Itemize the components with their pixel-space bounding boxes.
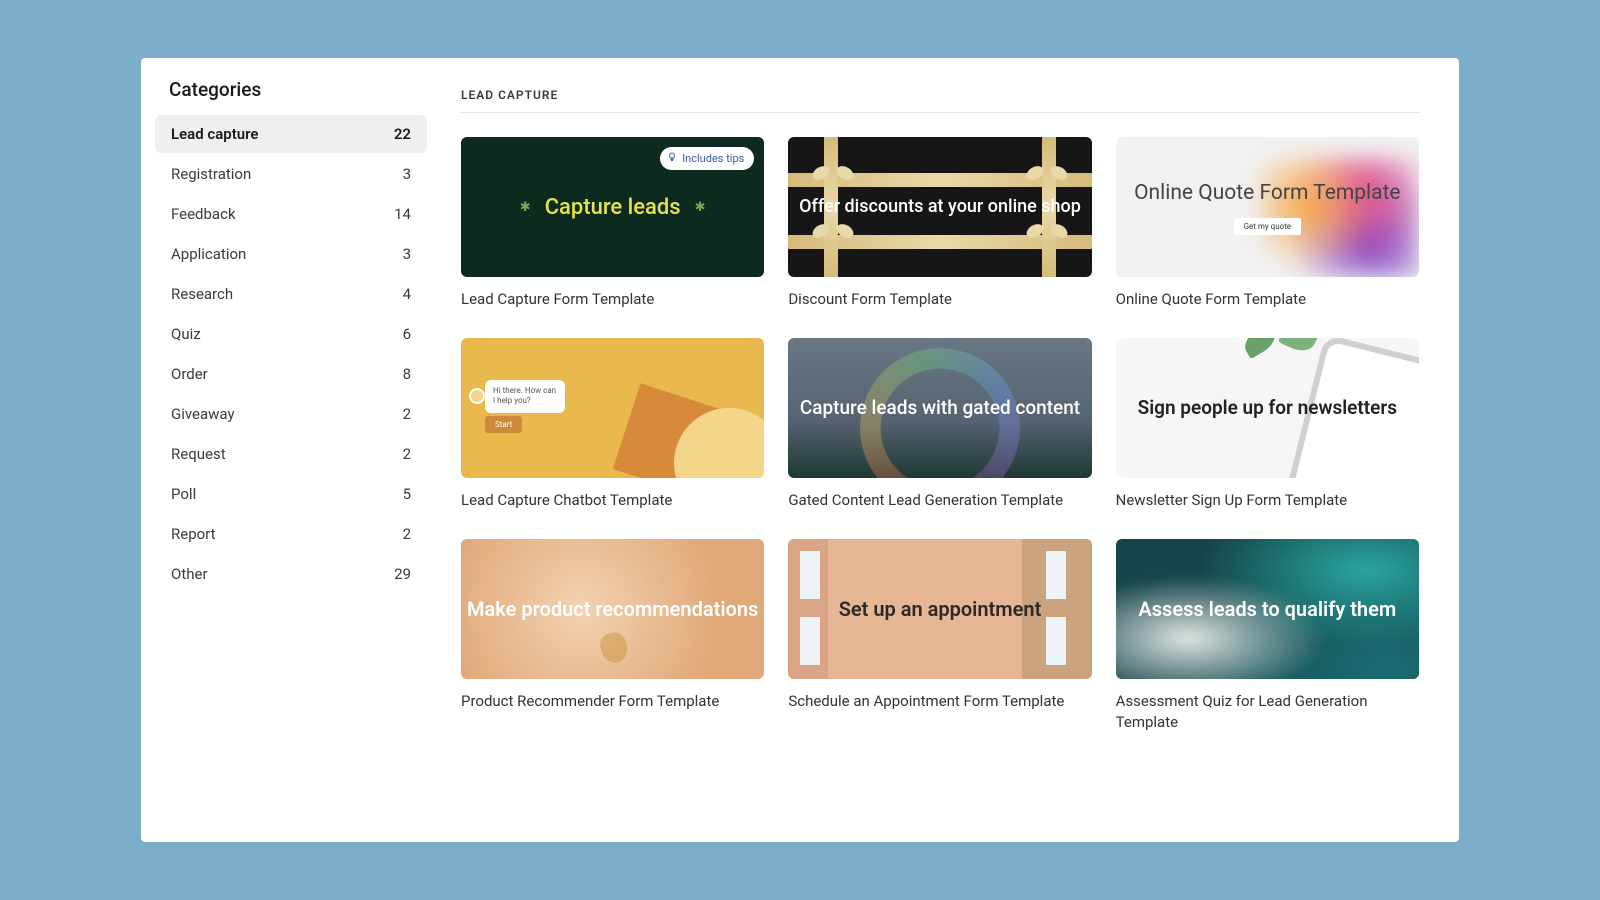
category-count: 2 — [403, 525, 411, 543]
template-gallery-window: Categories Lead capture 22 Registration … — [141, 58, 1459, 842]
includes-tips-badge: Includes tips — [660, 147, 754, 170]
template-title: Lead Capture Chatbot Template — [461, 490, 764, 511]
template-card-assessment-quiz[interactable]: Assess leads to qualify them Assessment … — [1116, 539, 1419, 733]
category-report[interactable]: Report 2 — [155, 515, 427, 553]
category-label: Report — [171, 525, 216, 543]
category-count: 5 — [403, 485, 411, 503]
badge-label: Includes tips — [682, 152, 744, 165]
template-grid-main: LEAD CAPTURE Includes tips ✱ Capture lea… — [441, 58, 1459, 842]
category-label: Registration — [171, 165, 251, 183]
template-card-schedule-appointment[interactable]: Set up an appointment Schedule an Appoin… — [788, 539, 1091, 733]
thumbnail-headline-text: Capture leads — [545, 195, 681, 220]
template-title: Lead Capture Form Template — [461, 289, 764, 310]
thumbnail-headline: Offer discounts at your online shop — [799, 194, 1081, 219]
category-count: 22 — [394, 125, 411, 143]
template-title: Online Quote Form Template — [1116, 289, 1419, 310]
template-grid: Includes tips ✱ Capture leads ✱ Lead Cap… — [461, 137, 1419, 733]
template-thumbnail: Assess leads to qualify them — [1116, 539, 1419, 679]
template-title: Schedule an Appointment Form Template — [788, 691, 1091, 712]
category-label: Quiz — [171, 325, 201, 343]
category-label: Poll — [171, 485, 196, 503]
avatar-icon — [469, 388, 485, 404]
template-card-gated-content[interactable]: Capture leads with gated content Gated C… — [788, 338, 1091, 511]
sidebar-title: Categories — [155, 78, 427, 115]
category-registration[interactable]: Registration 3 — [155, 155, 427, 193]
category-order[interactable]: Order 8 — [155, 355, 427, 393]
template-card-lead-capture-form[interactable]: Includes tips ✱ Capture leads ✱ Lead Cap… — [461, 137, 764, 310]
category-label: Other — [171, 565, 208, 583]
template-thumbnail: Capture leads with gated content — [788, 338, 1091, 478]
category-giveaway[interactable]: Giveaway 2 — [155, 395, 427, 433]
category-count: 14 — [394, 205, 411, 223]
category-count: 6 — [403, 325, 411, 343]
category-count: 8 — [403, 365, 411, 383]
thumbnail-headline: Set up an appointment — [839, 596, 1042, 623]
category-quiz[interactable]: Quiz 6 — [155, 315, 427, 353]
thumbnail-headline: Sign people up for newsletters — [1138, 395, 1397, 421]
template-card-discount-form[interactable]: Offer discounts at your online shop Disc… — [788, 137, 1091, 310]
category-request[interactable]: Request 2 — [155, 435, 427, 473]
category-research[interactable]: Research 4 — [155, 275, 427, 313]
thumbnail-headline: Make product recommendations — [467, 596, 758, 623]
category-label: Research — [171, 285, 233, 303]
category-count: 3 — [403, 245, 411, 263]
thumbnail-cta: Get my quote — [1234, 218, 1301, 235]
thumbnail-headline: Capture leads with gated content — [800, 395, 1080, 422]
template-thumbnail: Make product recommendations — [461, 539, 764, 679]
category-application[interactable]: Application 3 — [155, 235, 427, 273]
category-count: 2 — [403, 445, 411, 463]
category-label: Application — [171, 245, 246, 263]
plant-icon — [1249, 338, 1309, 366]
thumbnail-headline: ✱ Capture leads ✱ — [520, 195, 706, 220]
thumbnail-headline: Online Quote Form Template — [1134, 179, 1401, 207]
section-title: LEAD CAPTURE — [461, 88, 1419, 113]
thumbnail-cta: Start — [485, 416, 522, 433]
template-title: Newsletter Sign Up Form Template — [1116, 490, 1419, 511]
category-lead-capture[interactable]: Lead capture 22 — [155, 115, 427, 153]
category-label: Feedback — [171, 205, 236, 223]
template-card-product-recommender[interactable]: Make product recommendations Product Rec… — [461, 539, 764, 733]
thumbnail-headline: Assess leads to qualify them — [1138, 596, 1396, 623]
category-count: 2 — [403, 405, 411, 423]
sparkle-icon: ✱ — [695, 200, 706, 215]
template-card-lead-capture-chatbot[interactable]: Hi there. How can I help you? Start Lead… — [461, 338, 764, 511]
template-title: Product Recommender Form Template — [461, 691, 764, 712]
lightbulb-icon — [666, 151, 678, 166]
template-thumbnail: Hi there. How can I help you? Start — [461, 338, 764, 478]
category-label: Lead capture — [171, 125, 258, 143]
template-thumbnail: Includes tips ✱ Capture leads ✱ — [461, 137, 764, 277]
category-count: 3 — [403, 165, 411, 183]
chat-bubble: Hi there. How can I help you? — [485, 380, 565, 413]
template-thumbnail: Sign people up for newsletters — [1116, 338, 1419, 478]
category-label: Order — [171, 365, 208, 383]
category-poll[interactable]: Poll 5 — [155, 475, 427, 513]
category-count: 4 — [403, 285, 411, 303]
sparkle-icon: ✱ — [520, 200, 531, 215]
template-card-online-quote[interactable]: Online Quote Form Template Get my quote … — [1116, 137, 1419, 310]
template-thumbnail: Set up an appointment — [788, 539, 1091, 679]
template-title: Assessment Quiz for Lead Generation Temp… — [1116, 691, 1419, 733]
category-count: 29 — [394, 565, 411, 583]
template-thumbnail: Offer discounts at your online shop — [788, 137, 1091, 277]
categories-sidebar: Categories Lead capture 22 Registration … — [141, 58, 441, 842]
category-label: Giveaway — [171, 405, 235, 423]
category-other[interactable]: Other 29 — [155, 555, 427, 593]
category-feedback[interactable]: Feedback 14 — [155, 195, 427, 233]
template-card-newsletter-signup[interactable]: Sign people up for newsletters Newslette… — [1116, 338, 1419, 511]
template-title: Gated Content Lead Generation Template — [788, 490, 1091, 511]
template-title: Discount Form Template — [788, 289, 1091, 310]
template-thumbnail: Online Quote Form Template Get my quote — [1116, 137, 1419, 277]
category-label: Request — [171, 445, 226, 463]
